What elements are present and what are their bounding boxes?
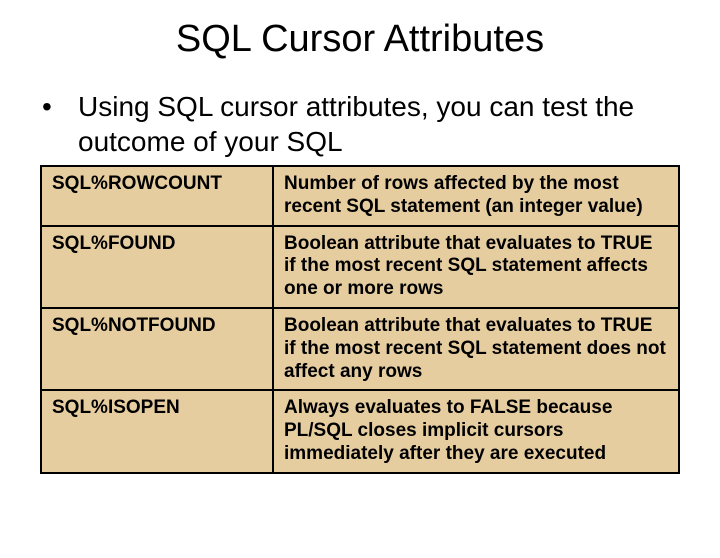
bullet-text: • Using SQL cursor attributes, you can t… (60, 89, 680, 159)
attr-name: SQL%FOUND (41, 226, 273, 308)
table-row: SQL%NOTFOUND Boolean attribute that eval… (41, 308, 679, 390)
attr-desc: Boolean attribute that evaluates to TRUE… (273, 308, 679, 390)
attr-desc: Number of rows affected by the most rece… (273, 166, 679, 226)
attributes-table: SQL%ROWCOUNT Number of rows affected by … (40, 165, 680, 474)
table-row: SQL%ISOPEN Always evaluates to FALSE bec… (41, 390, 679, 472)
slide: SQL Cursor Attributes • Using SQL cursor… (0, 18, 720, 558)
slide-title: SQL Cursor Attributes (0, 18, 720, 61)
attr-name: SQL%ROWCOUNT (41, 166, 273, 226)
table-row: SQL%ROWCOUNT Number of rows affected by … (41, 166, 679, 226)
attr-name: SQL%ISOPEN (41, 390, 273, 472)
bullet-content: Using SQL cursor attributes, you can tes… (78, 91, 634, 157)
attr-desc: Always evaluates to FALSE because PL/SQL… (273, 390, 679, 472)
table-row: SQL%FOUND Boolean attribute that evaluat… (41, 226, 679, 308)
attr-name: SQL%NOTFOUND (41, 308, 273, 390)
attr-desc: Boolean attribute that evaluates to TRUE… (273, 226, 679, 308)
